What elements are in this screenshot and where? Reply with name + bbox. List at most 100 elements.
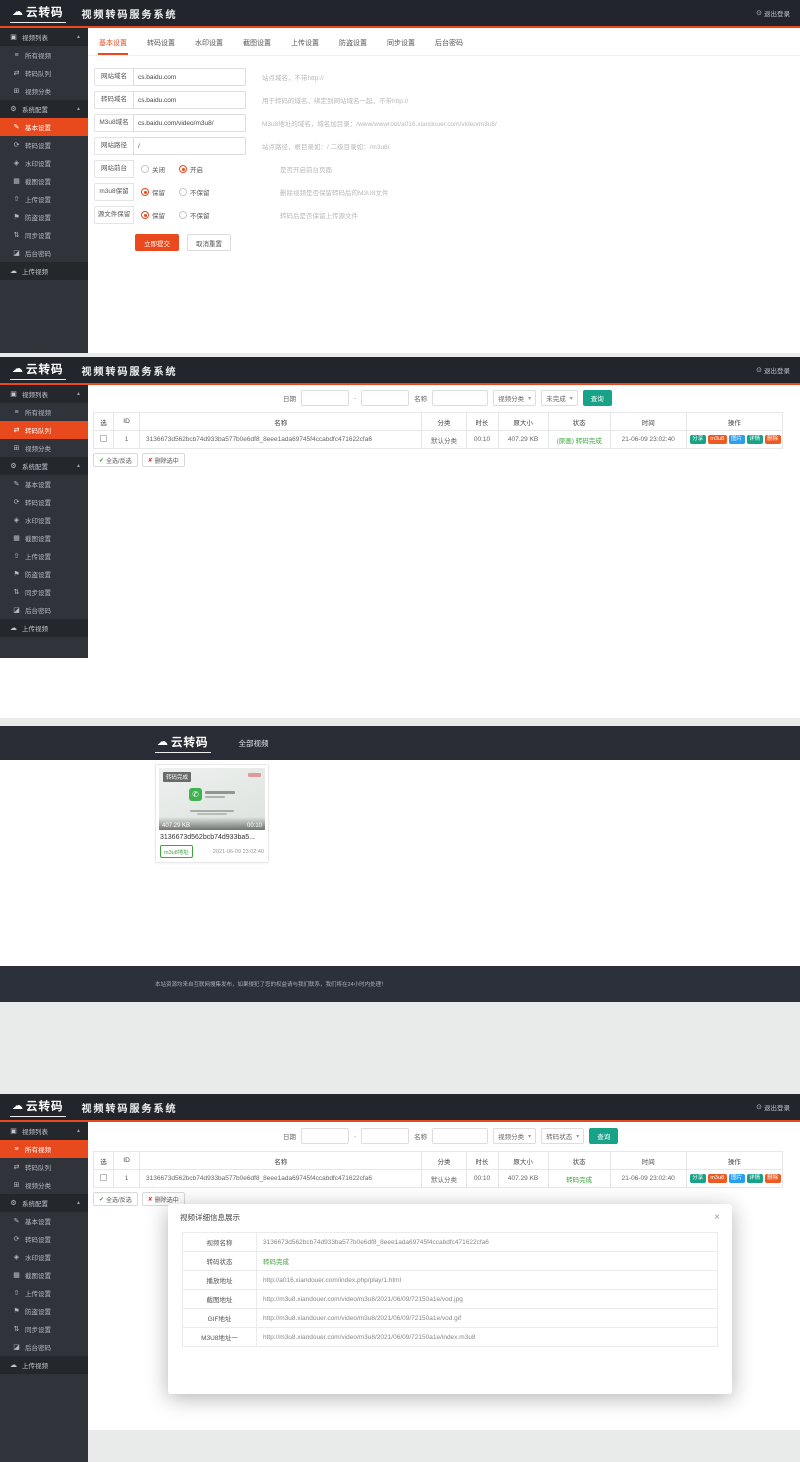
- submit-button[interactable]: 立即提交: [135, 234, 179, 251]
- sidebar-item[interactable]: 基本设置: [0, 118, 88, 136]
- date-from-input[interactable]: [301, 1128, 349, 1144]
- sidebar-item[interactable]: 视频分类: [0, 439, 88, 457]
- select-all-button[interactable]: 全选/反选: [93, 453, 138, 467]
- sidebar-item[interactable]: 视频列表: [0, 1122, 88, 1140]
- delete-button[interactable]: 删除: [765, 435, 781, 445]
- sidebar-item[interactable]: 基本设置: [0, 1212, 88, 1230]
- share-button[interactable]: 分享: [690, 1174, 706, 1184]
- video-thumbnail[interactable]: 转码完成 407.29 KB 00:10: [159, 768, 265, 830]
- radio-frontend-off[interactable]: 关闭: [141, 164, 165, 174]
- name-input[interactable]: [432, 1128, 488, 1144]
- search-button[interactable]: 查询: [583, 390, 612, 406]
- search-button[interactable]: 查询: [589, 1128, 618, 1144]
- m3u8-domain-input[interactable]: [133, 114, 246, 132]
- sidebar-item[interactable]: 上传设置: [0, 547, 88, 565]
- radio-m3u8-discard[interactable]: 不保留: [179, 187, 210, 197]
- select-all-button[interactable]: 全选/反选: [93, 1192, 138, 1206]
- m3u8-url-value[interactable]: http://m3u8.xiandouer.com/video/m3u8/202…: [257, 1328, 718, 1347]
- share-button[interactable]: 分享: [690, 435, 706, 445]
- video-card[interactable]: 转码完成 407.29 KB 00:10 3136673d562bcb74d93…: [155, 764, 269, 863]
- date-to-input[interactable]: [361, 1128, 409, 1144]
- sidebar-item[interactable]: 后台密码: [0, 244, 88, 262]
- status-select[interactable]: 转码状态: [541, 1128, 584, 1144]
- logout-button[interactable]: 退出登录: [756, 1102, 790, 1112]
- settings-tab[interactable]: 防盗设置: [338, 38, 368, 55]
- reset-button[interactable]: 取消重置: [187, 234, 231, 251]
- settings-tab[interactable]: 转码设置: [146, 38, 176, 55]
- settings-tab[interactable]: 上传设置: [290, 38, 320, 55]
- row-checkbox[interactable]: [100, 1174, 107, 1181]
- sidebar-item[interactable]: 上传视频: [0, 1356, 88, 1374]
- sidebar-item[interactable]: 基本设置: [0, 475, 88, 493]
- sidebar-item[interactable]: 转码队列: [0, 64, 88, 82]
- sidebar-item[interactable]: 上传视频: [0, 619, 88, 637]
- name-input[interactable]: [432, 390, 488, 406]
- date-from-input[interactable]: [301, 390, 349, 406]
- nav-all-videos[interactable]: 全部视频: [239, 738, 269, 749]
- delete-selected-button[interactable]: 删除选中: [142, 453, 185, 467]
- sidebar-item[interactable]: 水印设置: [0, 154, 88, 172]
- site-path-input[interactable]: [133, 137, 246, 155]
- gif-url-value[interactable]: http://m3u8.xiandouer.com/video/m3u8/202…: [257, 1309, 718, 1328]
- sidebar-item[interactable]: 转码设置: [0, 493, 88, 511]
- delete-button[interactable]: 删除: [765, 1174, 781, 1184]
- status-select[interactable]: 未完成: [541, 390, 578, 406]
- radio-m3u8-keep[interactable]: 保留: [141, 187, 165, 197]
- sidebar-item[interactable]: 同步设置: [0, 583, 88, 601]
- sidebar-item[interactable]: 所有视频: [0, 1140, 88, 1158]
- sidebar-item[interactable]: 上传视频: [0, 262, 88, 280]
- sidebar-item[interactable]: 转码设置: [0, 136, 88, 154]
- logout-button[interactable]: 退出登录: [756, 365, 790, 375]
- row-checkbox[interactable]: [100, 435, 107, 442]
- settings-tab[interactable]: 同步设置: [386, 38, 416, 55]
- sidebar-item[interactable]: 视频列表: [0, 28, 88, 46]
- sidebar-item[interactable]: 防盗设置: [0, 565, 88, 583]
- sidebar-item[interactable]: 转码设置: [0, 1230, 88, 1248]
- radio-frontend-on[interactable]: 开启: [179, 164, 203, 174]
- play-url-value[interactable]: http://a016.xiandouer.com/index.php/play…: [257, 1271, 718, 1290]
- sidebar-item[interactable]: 截图设置: [0, 1266, 88, 1284]
- settings-tab[interactable]: 后台密码: [434, 38, 464, 55]
- sidebar-item[interactable]: 转码队列: [0, 1158, 88, 1176]
- sidebar-item[interactable]: 系统配置: [0, 100, 88, 118]
- settings-tab[interactable]: 基本设置: [98, 38, 128, 55]
- sidebar-item[interactable]: 视频分类: [0, 82, 88, 100]
- sidebar-item[interactable]: 系统配置: [0, 457, 88, 475]
- transcode-domain-input[interactable]: [133, 91, 246, 109]
- m3u8-button[interactable]: m3u8: [708, 435, 727, 445]
- detail-button[interactable]: 详情: [747, 435, 763, 445]
- sidebar-item[interactable]: 上传设置: [0, 190, 88, 208]
- close-icon[interactable]: ×: [714, 1213, 720, 1223]
- sidebar-item[interactable]: 水印设置: [0, 511, 88, 529]
- m3u8-button[interactable]: m3u8: [708, 1174, 727, 1184]
- sidebar-item[interactable]: 上传设置: [0, 1284, 88, 1302]
- sidebar-item[interactable]: 系统配置: [0, 1194, 88, 1212]
- detail-button[interactable]: 详情: [747, 1174, 763, 1184]
- radio-source-keep[interactable]: 保留: [141, 210, 165, 220]
- sidebar-item[interactable]: 截图设置: [0, 172, 88, 190]
- date-to-input[interactable]: [361, 390, 409, 406]
- logout-button[interactable]: 退出登录: [756, 8, 790, 18]
- sidebar-item[interactable]: 同步设置: [0, 1320, 88, 1338]
- sidebar-item[interactable]: 视频列表: [0, 385, 88, 403]
- screenshot-url-value[interactable]: http://m3u8.xiandouer.com/video/m3u8/202…: [257, 1290, 718, 1309]
- sidebar-item[interactable]: 转码队列: [0, 421, 88, 439]
- category-select[interactable]: 视频分类: [493, 1128, 536, 1144]
- category-select[interactable]: 视频分类: [493, 390, 536, 406]
- m3u8-link-button[interactable]: m3u8地址: [160, 845, 193, 858]
- sidebar-item[interactable]: 后台密码: [0, 1338, 88, 1356]
- sidebar-item[interactable]: 所有视频: [0, 403, 88, 421]
- sidebar-item[interactable]: 同步设置: [0, 226, 88, 244]
- radio-source-discard[interactable]: 不保留: [179, 210, 210, 220]
- image-button[interactable]: 图片: [729, 1174, 745, 1184]
- sidebar-item[interactable]: 防盗设置: [0, 1302, 88, 1320]
- image-button[interactable]: 图片: [729, 435, 745, 445]
- sidebar-item[interactable]: 后台密码: [0, 601, 88, 619]
- sidebar-item[interactable]: 水印设置: [0, 1248, 88, 1266]
- settings-tab[interactable]: 截图设置: [242, 38, 272, 55]
- sidebar-item[interactable]: 防盗设置: [0, 208, 88, 226]
- sidebar-item[interactable]: 截图设置: [0, 529, 88, 547]
- sidebar-item[interactable]: 所有视频: [0, 46, 88, 64]
- sidebar-item[interactable]: 视频分类: [0, 1176, 88, 1194]
- site-domain-input[interactable]: [133, 68, 246, 86]
